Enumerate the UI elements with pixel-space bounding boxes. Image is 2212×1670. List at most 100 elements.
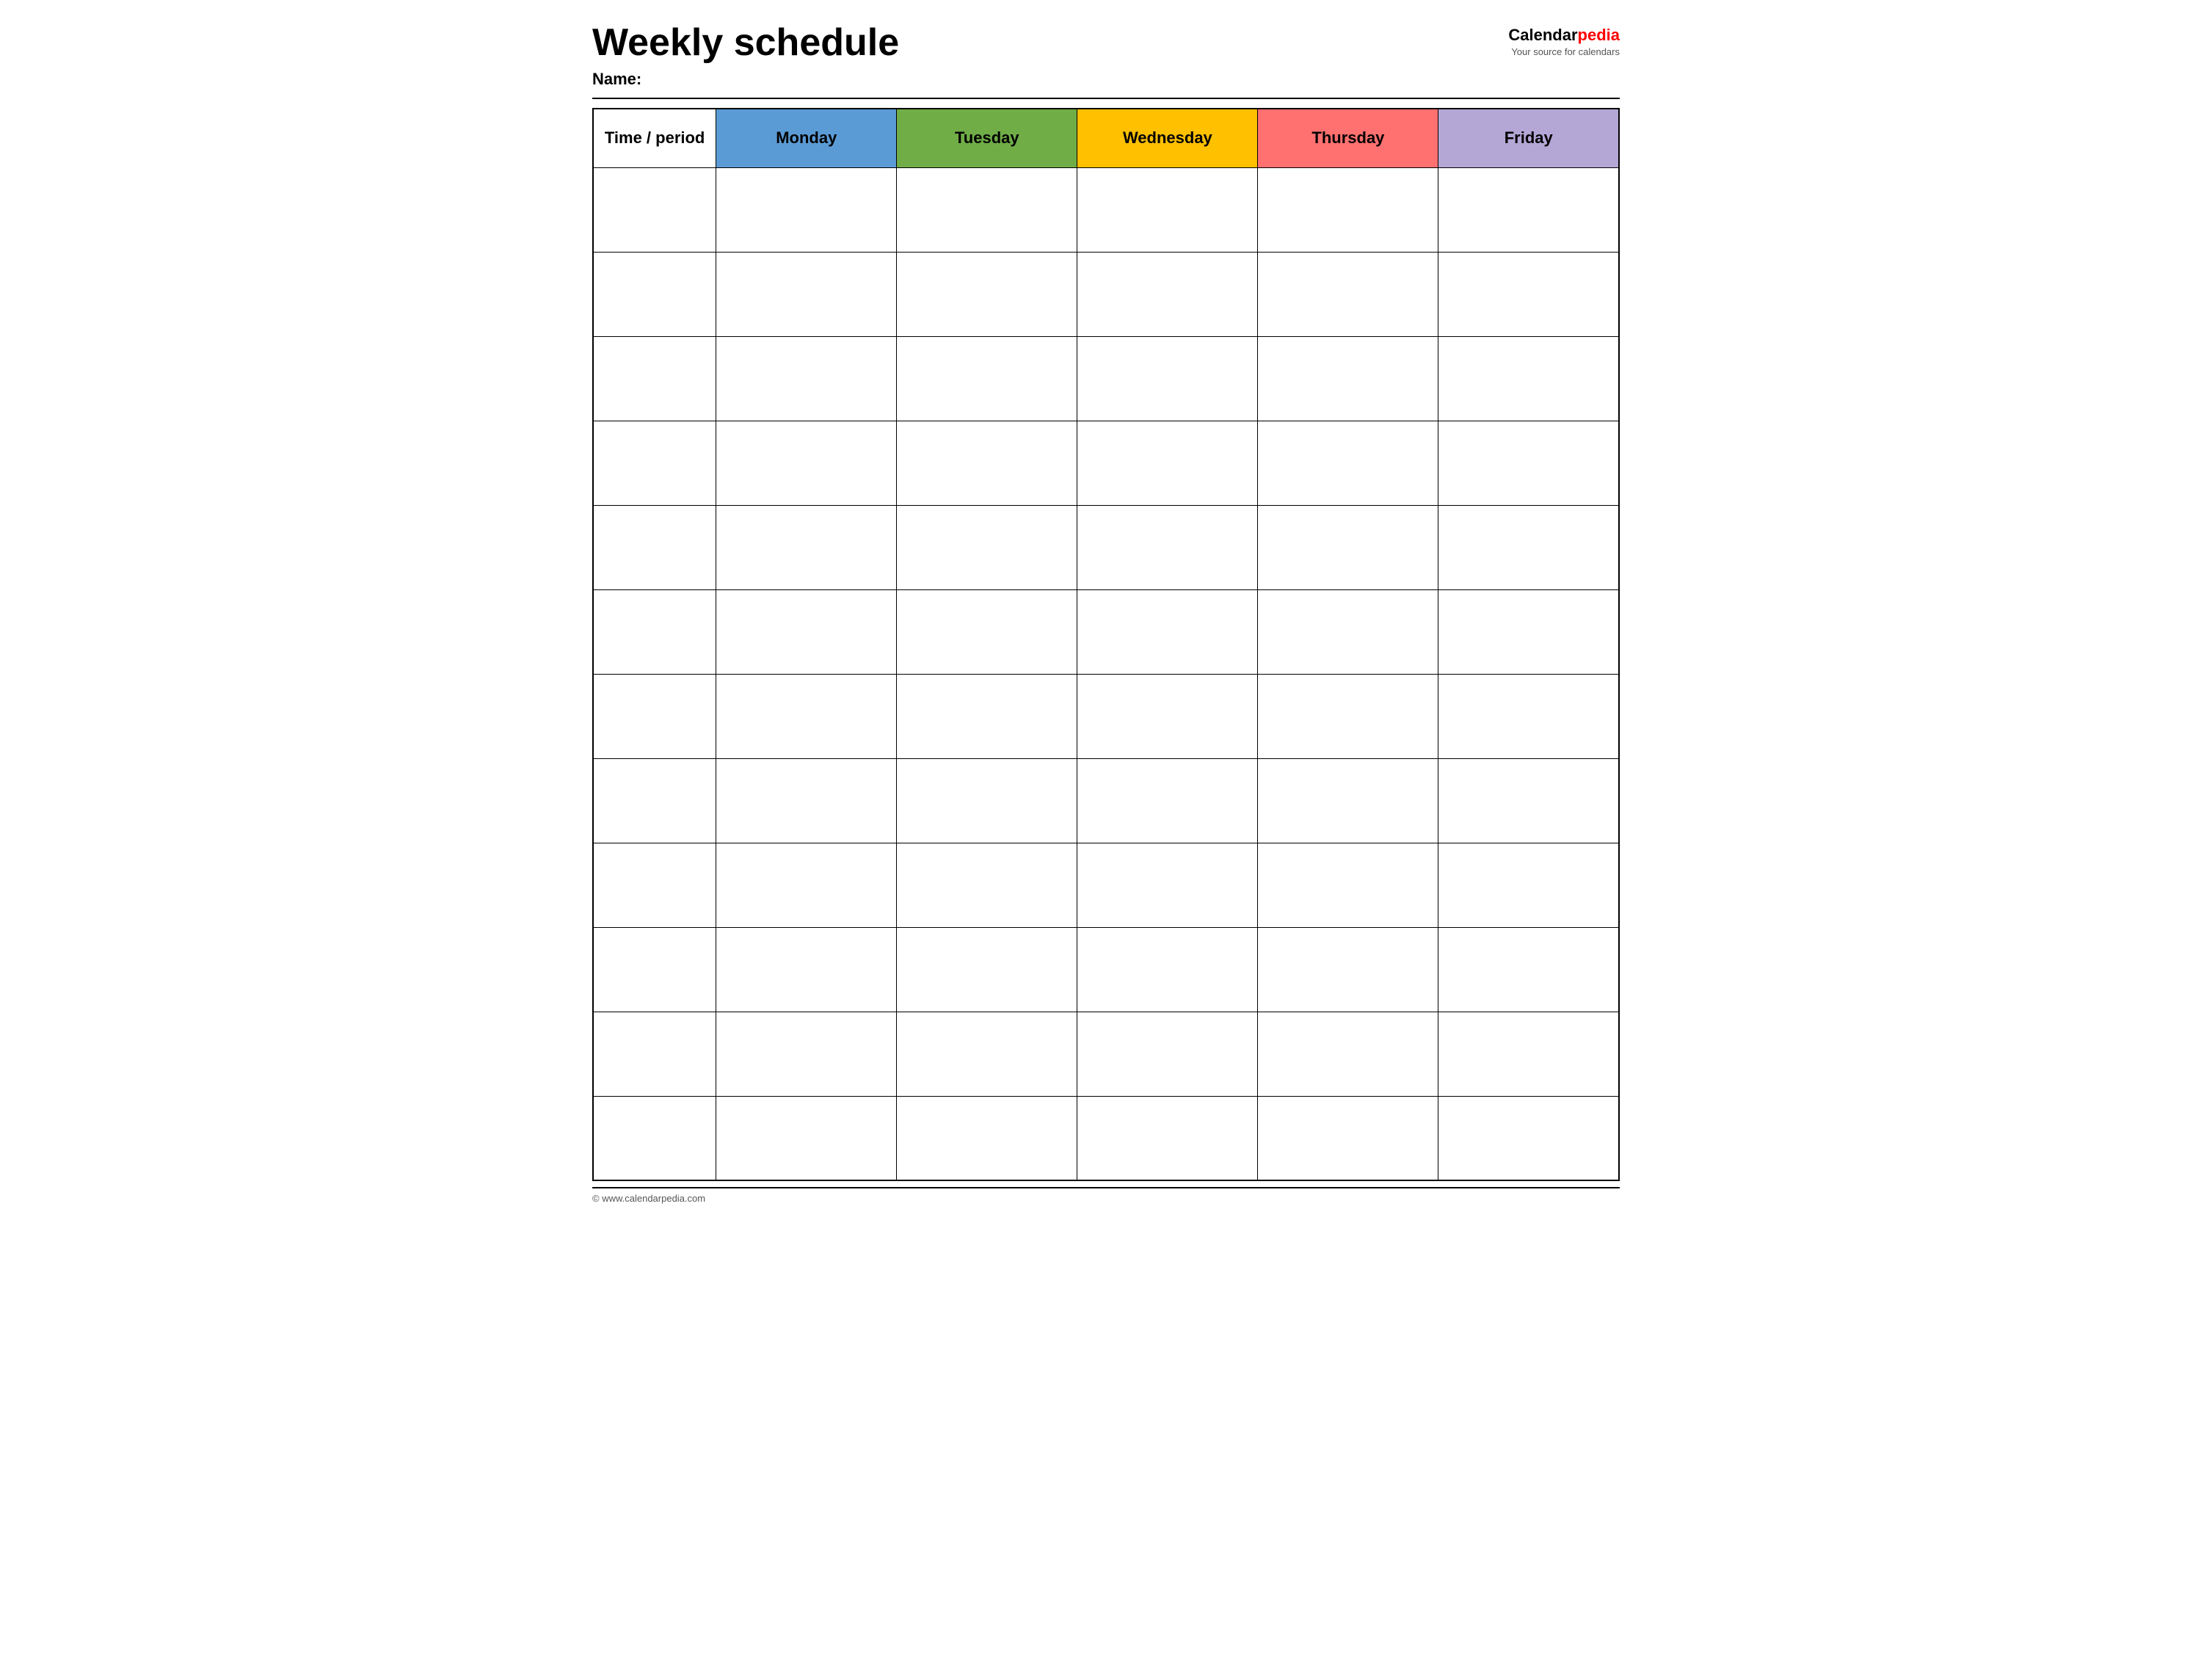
schedule-cell[interactable] xyxy=(1077,505,1258,589)
table-row xyxy=(593,1096,1619,1180)
schedule-cell[interactable] xyxy=(1438,927,1619,1012)
time-cell[interactable] xyxy=(593,336,716,421)
col-header-monday: Monday xyxy=(716,109,897,167)
schedule-cell[interactable] xyxy=(1438,674,1619,758)
schedule-cell[interactable] xyxy=(897,674,1077,758)
schedule-cell[interactable] xyxy=(716,1096,897,1180)
schedule-cell[interactable] xyxy=(1258,1012,1438,1096)
schedule-cell[interactable] xyxy=(1077,927,1258,1012)
schedule-cell[interactable] xyxy=(897,589,1077,674)
schedule-cell[interactable] xyxy=(1438,336,1619,421)
page-wrapper: Weekly schedule Name: Calendarpedia Your… xyxy=(592,22,1620,1204)
time-cell[interactable] xyxy=(593,505,716,589)
schedule-cell[interactable] xyxy=(897,843,1077,927)
schedule-cell[interactable] xyxy=(1438,505,1619,589)
logo-text: Calendarpedia xyxy=(1508,26,1620,45)
schedule-table: Time / period Monday Tuesday Wednesday T… xyxy=(592,108,1620,1181)
schedule-cell[interactable] xyxy=(1258,421,1438,505)
table-row xyxy=(593,674,1619,758)
schedule-cell[interactable] xyxy=(1438,1012,1619,1096)
schedule-cell[interactable] xyxy=(897,1012,1077,1096)
schedule-cell[interactable] xyxy=(1258,758,1438,843)
schedule-cell[interactable] xyxy=(716,674,897,758)
schedule-cell[interactable] xyxy=(1438,421,1619,505)
time-cell[interactable] xyxy=(593,843,716,927)
schedule-cell[interactable] xyxy=(1077,758,1258,843)
schedule-cell[interactable] xyxy=(716,336,897,421)
schedule-cell[interactable] xyxy=(1077,589,1258,674)
schedule-cell[interactable] xyxy=(897,1096,1077,1180)
time-cell[interactable] xyxy=(593,927,716,1012)
schedule-cell[interactable] xyxy=(1258,505,1438,589)
schedule-cell[interactable] xyxy=(716,758,897,843)
table-row xyxy=(593,252,1619,336)
time-cell[interactable] xyxy=(593,167,716,252)
logo-pedia-part: pedia xyxy=(1578,26,1620,44)
schedule-cell[interactable] xyxy=(716,589,897,674)
schedule-cell[interactable] xyxy=(1438,1096,1619,1180)
schedule-cell[interactable] xyxy=(716,252,897,336)
table-row xyxy=(593,843,1619,927)
col-header-wednesday: Wednesday xyxy=(1077,109,1258,167)
schedule-cell[interactable] xyxy=(1077,674,1258,758)
schedule-cell[interactable] xyxy=(1077,336,1258,421)
header-divider xyxy=(592,98,1620,99)
schedule-cell[interactable] xyxy=(1438,843,1619,927)
table-row xyxy=(593,589,1619,674)
schedule-cell[interactable] xyxy=(716,505,897,589)
col-header-tuesday: Tuesday xyxy=(897,109,1077,167)
time-cell[interactable] xyxy=(593,758,716,843)
header: Weekly schedule Name: Calendarpedia Your… xyxy=(592,22,1620,89)
table-row xyxy=(593,505,1619,589)
schedule-cell[interactable] xyxy=(1258,927,1438,1012)
table-row xyxy=(593,758,1619,843)
schedule-cell[interactable] xyxy=(897,505,1077,589)
schedule-cell[interactable] xyxy=(1077,1012,1258,1096)
schedule-cell[interactable] xyxy=(716,421,897,505)
schedule-cell[interactable] xyxy=(1258,589,1438,674)
schedule-cell[interactable] xyxy=(897,167,1077,252)
table-row xyxy=(593,421,1619,505)
schedule-cell[interactable] xyxy=(716,167,897,252)
schedule-cell[interactable] xyxy=(1258,336,1438,421)
time-cell[interactable] xyxy=(593,674,716,758)
schedule-cell[interactable] xyxy=(1077,843,1258,927)
table-row xyxy=(593,1012,1619,1096)
schedule-cell[interactable] xyxy=(1258,167,1438,252)
schedule-cell[interactable] xyxy=(1258,674,1438,758)
schedule-cell[interactable] xyxy=(716,843,897,927)
time-cell[interactable] xyxy=(593,252,716,336)
schedule-cell[interactable] xyxy=(716,927,897,1012)
schedule-cell[interactable] xyxy=(897,336,1077,421)
time-cell[interactable] xyxy=(593,1012,716,1096)
name-label: Name: xyxy=(592,70,899,89)
schedule-cell[interactable] xyxy=(1258,1096,1438,1180)
schedule-cell[interactable] xyxy=(1077,421,1258,505)
col-header-friday: Friday xyxy=(1438,109,1619,167)
schedule-cell[interactable] xyxy=(1438,167,1619,252)
logo-calendar-part: Calendar xyxy=(1508,26,1577,44)
schedule-cell[interactable] xyxy=(1077,1096,1258,1180)
table-row xyxy=(593,927,1619,1012)
logo-subtitle: Your source for calendars xyxy=(1511,46,1620,57)
time-cell[interactable] xyxy=(593,589,716,674)
schedule-cell[interactable] xyxy=(716,1012,897,1096)
schedule-cell[interactable] xyxy=(1438,589,1619,674)
schedule-cell[interactable] xyxy=(897,421,1077,505)
schedule-cell[interactable] xyxy=(1077,252,1258,336)
schedule-body xyxy=(593,167,1619,1180)
schedule-cell[interactable] xyxy=(1438,252,1619,336)
schedule-cell[interactable] xyxy=(1077,167,1258,252)
schedule-cell[interactable] xyxy=(897,758,1077,843)
copyright-text: © www.calendarpedia.com xyxy=(592,1193,705,1204)
logo-area: Calendarpedia Your source for calendars xyxy=(1508,22,1620,57)
schedule-cell[interactable] xyxy=(897,927,1077,1012)
schedule-cell[interactable] xyxy=(1258,843,1438,927)
schedule-cell[interactable] xyxy=(1438,758,1619,843)
time-cell[interactable] xyxy=(593,1096,716,1180)
time-cell[interactable] xyxy=(593,421,716,505)
table-header-row: Time / period Monday Tuesday Wednesday T… xyxy=(593,109,1619,167)
schedule-cell[interactable] xyxy=(1258,252,1438,336)
table-row xyxy=(593,336,1619,421)
schedule-cell[interactable] xyxy=(897,252,1077,336)
